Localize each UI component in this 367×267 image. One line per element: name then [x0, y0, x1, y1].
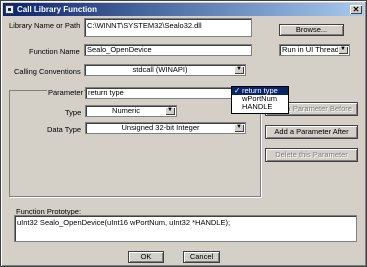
title-bar: Call Library Function ✕ [3, 3, 364, 16]
chevron-down-icon[interactable]: ▼ [165, 107, 175, 115]
function-name-field[interactable]: Sealo_OpenDevice [84, 44, 252, 56]
function-prototype-field: uInt32 Sealo_OpenDevice(uInt16 wPortNum,… [14, 215, 357, 242]
calling-conventions-value: stdcall (WINAPI) [132, 65, 188, 74]
thread-select[interactable]: Run in UI Thread ▼ [279, 44, 350, 56]
ok-button[interactable]: OK [128, 251, 164, 263]
dropdown-option-handle[interactable]: HANDLE [232, 103, 288, 111]
thread-select-value: Run in UI Thread [282, 45, 339, 54]
calling-conventions-select[interactable]: stdcall (WINAPI) ▼ [84, 64, 246, 76]
data-type-select-value: Unsigned 32-bit Integer [121, 123, 200, 132]
window-title: Call Library Function [17, 5, 98, 14]
parameter-dropdown-list: ✓ return type wPortNum HANDLE [231, 86, 289, 114]
data-type-select[interactable]: Unsigned 32-bit Integer ▼ [85, 122, 246, 134]
library-path-label: Library Name or Path [9, 21, 81, 30]
calling-conventions-label: Calling Conventions [14, 67, 81, 76]
function-name-label: Function Name [29, 47, 80, 56]
type-label: Type [65, 108, 82, 117]
close-icon[interactable]: ✕ [350, 5, 362, 14]
chevron-down-icon[interactable]: ▼ [234, 124, 244, 132]
checkmark-icon: ✓ [234, 86, 241, 95]
library-path-field[interactable]: C:\WINNT\SYSTEM32\Sealo32.dll [84, 18, 252, 37]
call-library-function-dialog: Call Library Function ✕ Library Name or … [0, 0, 367, 267]
chevron-down-icon[interactable]: ▼ [234, 66, 244, 74]
chevron-down-icon[interactable]: ▼ [338, 46, 348, 54]
cancel-button[interactable]: Cancel [183, 251, 220, 263]
browse-button[interactable]: Browse... [279, 24, 344, 36]
app-icon [5, 5, 14, 14]
dropdown-option-label: HANDLE [242, 102, 273, 111]
parameter-select[interactable]: return type ▼ [85, 87, 246, 99]
parameter-select-value: return type [88, 88, 124, 97]
parameter-label: Parameter [47, 88, 85, 97]
type-select[interactable]: Numeric ▼ [85, 105, 177, 117]
data-type-label: Data Type [47, 125, 82, 134]
type-select-value: Numeric [112, 106, 140, 115]
delete-parameter-button[interactable]: Delete this Parameter [265, 148, 358, 162]
add-parameter-after-button[interactable]: Add a Parameter After [265, 125, 358, 139]
